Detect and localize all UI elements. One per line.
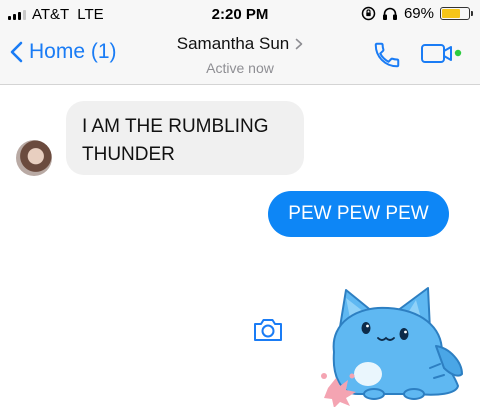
call-button[interactable] bbox=[372, 40, 402, 75]
video-call-button[interactable] bbox=[420, 42, 468, 71]
orientation-lock-icon bbox=[361, 6, 376, 21]
avatar[interactable] bbox=[16, 140, 52, 176]
active-status-dot bbox=[454, 49, 462, 57]
video-camera-icon bbox=[421, 44, 462, 63]
back-button[interactable]: Home (1) bbox=[10, 40, 117, 64]
contact-name: Samantha Sun bbox=[176, 34, 290, 53]
incoming-message-bubble[interactable]: I AM THE RUMBLING THUNDER bbox=[66, 101, 304, 175]
status-right: 69% bbox=[361, 5, 473, 22]
back-label: Home (1) bbox=[29, 40, 117, 63]
camera-icon bbox=[254, 319, 282, 341]
contact-status: Active now bbox=[206, 60, 274, 76]
battery-icon bbox=[440, 7, 473, 20]
status-bar: AT&T LTE 2:20 PM 69% bbox=[0, 0, 480, 30]
outgoing-message-bubble[interactable]: PEW PEW PEW bbox=[268, 191, 449, 237]
chevron-left-icon bbox=[10, 41, 23, 63]
outgoing-message-text: PEW PEW PEW bbox=[288, 203, 429, 224]
contact-name-row: Samantha Sun bbox=[177, 34, 303, 54]
incoming-message-line-1: I AM THE RUMBLING bbox=[82, 116, 269, 137]
blue-cat-sticker[interactable] bbox=[318, 282, 478, 412]
chevron-right-icon bbox=[295, 38, 303, 50]
camera-button[interactable] bbox=[252, 316, 284, 349]
conversation-header: Home (1) Samantha Sun Active now bbox=[0, 30, 480, 85]
battery-percent: 69% bbox=[403, 5, 434, 22]
phone-icon bbox=[374, 42, 400, 68]
contact-header[interactable]: Samantha Sun Active now bbox=[140, 34, 340, 76]
headphones-icon bbox=[382, 6, 398, 21]
battery-fill bbox=[442, 9, 460, 18]
incoming-message-line-2: THUNDER bbox=[82, 144, 175, 165]
